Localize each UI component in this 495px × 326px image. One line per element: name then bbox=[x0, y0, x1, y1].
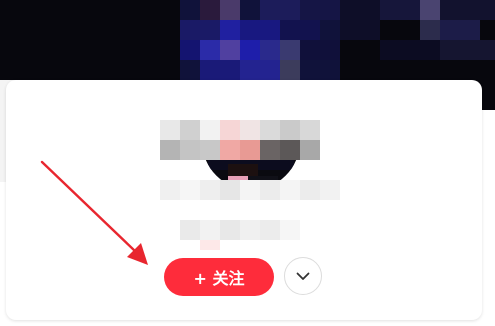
more-options-button[interactable] bbox=[284, 257, 322, 295]
follow-button-label: + 关注 bbox=[193, 269, 245, 288]
follow-button[interactable]: + 关注 bbox=[164, 258, 274, 296]
chevron-down-icon bbox=[296, 272, 310, 281]
